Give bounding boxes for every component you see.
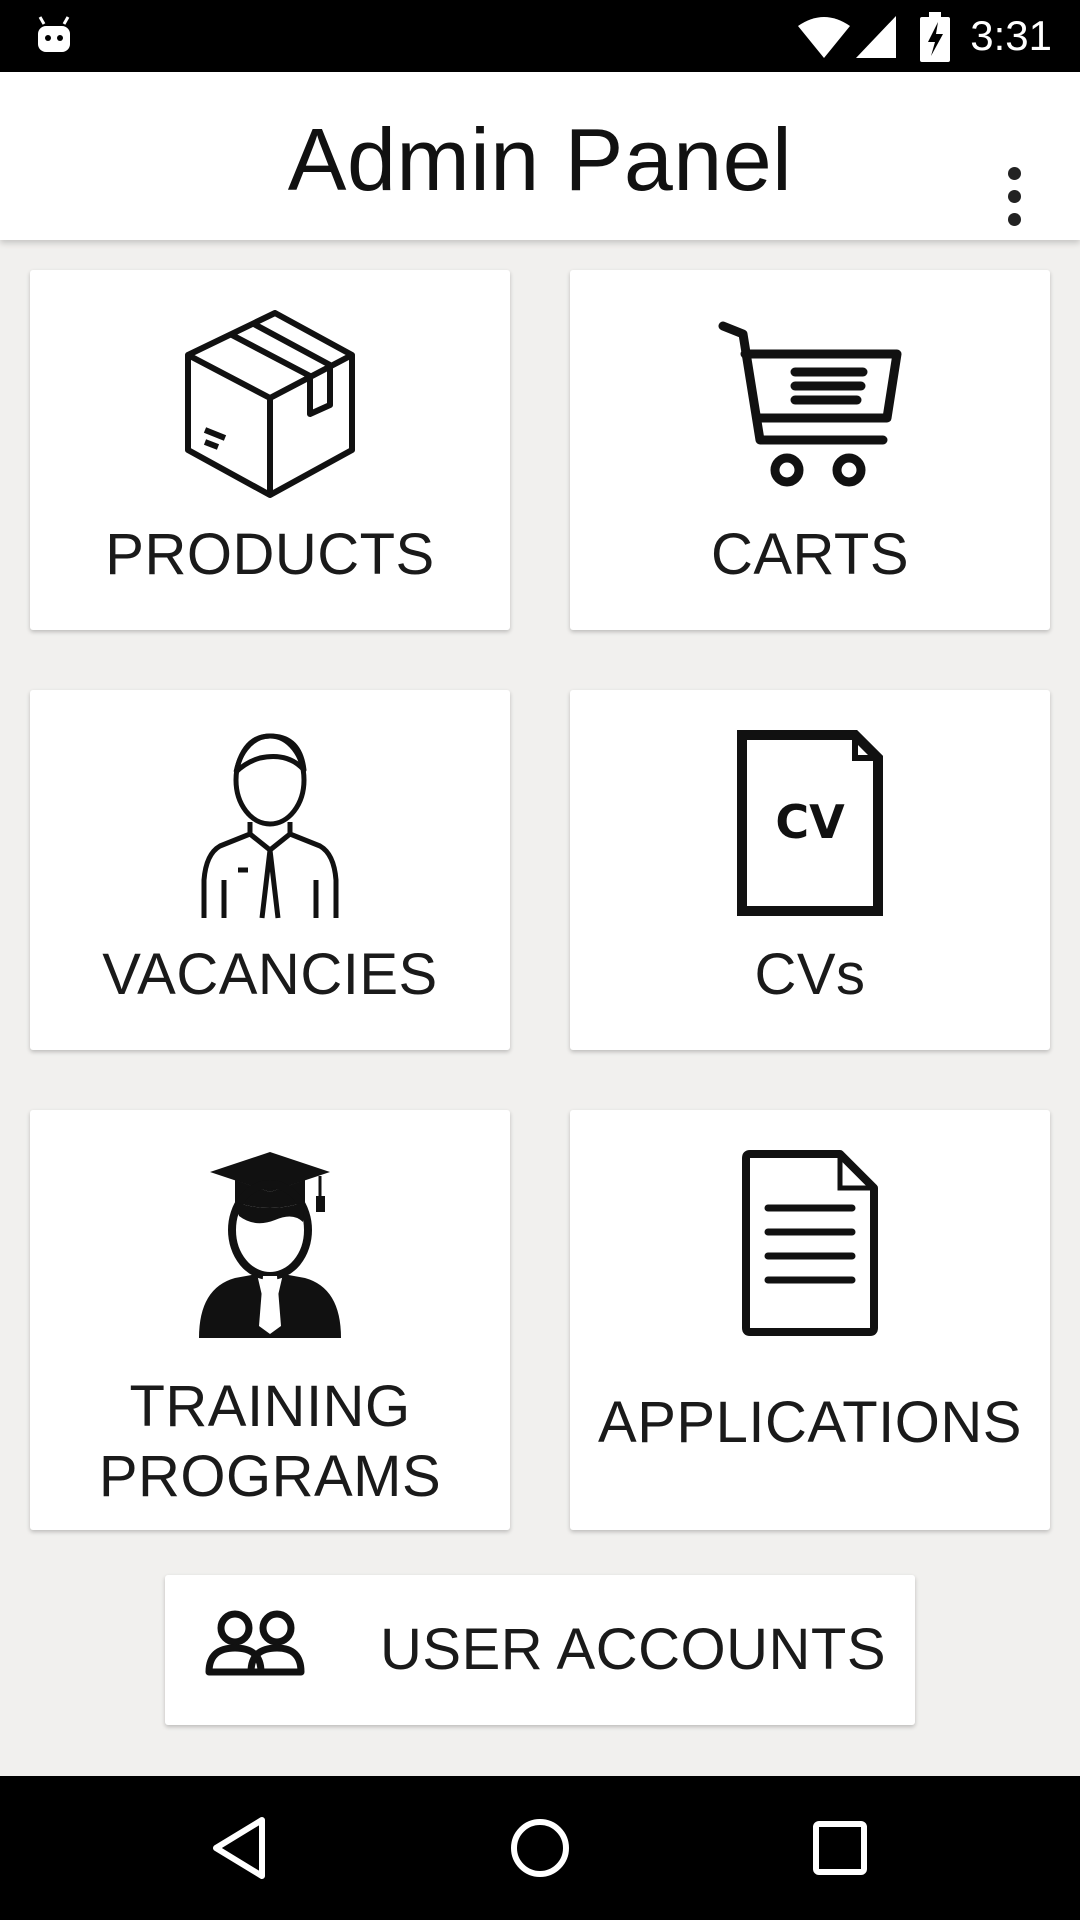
users-icon [205, 1610, 305, 1676]
applications-card[interactable]: APPLICATIONS [570, 1110, 1050, 1530]
overflow-menu-button[interactable] [990, 160, 1038, 232]
more-vert-icon-dot [1007, 212, 1021, 226]
applications-label: APPLICATIONS [598, 1390, 1022, 1455]
user-accounts-button[interactable]: USER ACCOUNTS [165, 1575, 915, 1725]
battery-charging-icon [920, 12, 950, 62]
cvs-label: CVs [754, 942, 866, 1007]
cart-icon [718, 321, 902, 487]
android-icon [38, 16, 70, 52]
training-programs-card[interactable]: TRAINING PROGRAMS [30, 1110, 510, 1530]
back-icon[interactable] [208, 1812, 272, 1884]
more-vert-icon [1007, 166, 1021, 180]
document-icon [742, 1150, 878, 1336]
navigation-bar [0, 1776, 1080, 1920]
employee-icon [201, 733, 339, 919]
signal-icon [856, 16, 896, 58]
training-label-line2: PROGRAMS [98, 1444, 442, 1509]
carts-label: CARTS [710, 522, 910, 587]
app-bar: Admin Panel [0, 72, 1080, 240]
cv-icon-text: CV [775, 795, 845, 849]
carts-card[interactable]: CARTS [570, 270, 1050, 630]
products-card[interactable]: PRODUCTS [30, 270, 510, 630]
graduate-icon [199, 1152, 341, 1338]
more-vert-icon-dot [1007, 189, 1021, 203]
vacancies-label: VACANCIES [102, 942, 438, 1007]
training-label-line1: TRAINING [129, 1374, 411, 1439]
cvs-card[interactable]: CV CVs [570, 690, 1050, 1050]
status-time: 3:31 [970, 12, 1052, 59]
products-label: PRODUCTS [105, 522, 435, 587]
home-icon[interactable] [508, 1812, 572, 1884]
user-accounts-label: USER ACCOUNTS [380, 1617, 887, 1682]
cv-document-icon: CV [737, 730, 883, 916]
page-title: Admin Panel [287, 110, 793, 209]
box-icon [185, 310, 355, 498]
wifi-icon [798, 17, 850, 58]
vacancies-card[interactable]: VACANCIES [30, 690, 510, 1050]
recents-icon[interactable] [808, 1812, 872, 1884]
status-bar: 3:31 [0, 0, 1080, 72]
